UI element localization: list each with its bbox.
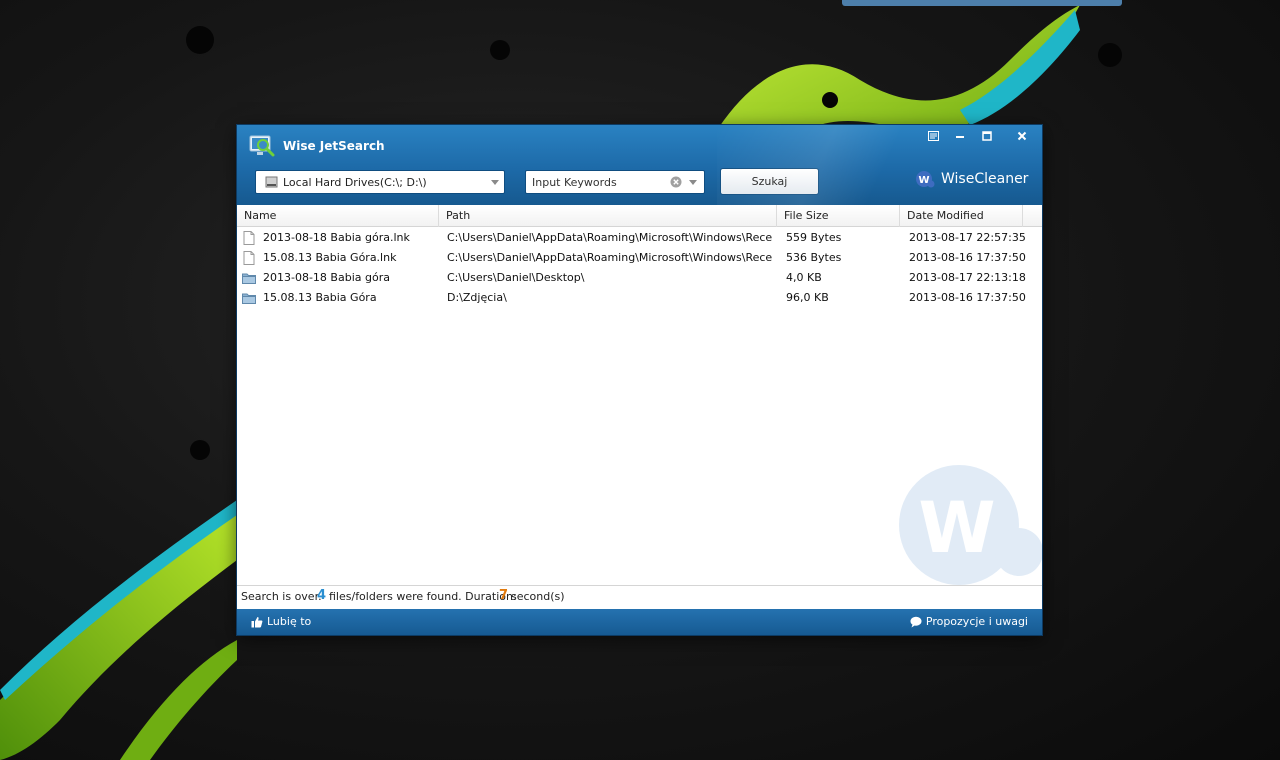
app-title: Wise JetSearch (283, 139, 385, 153)
folder-icon (242, 273, 256, 284)
row-size: 536 Bytes (786, 251, 842, 264)
row-size: 559 Bytes (786, 231, 842, 244)
results-list[interactable]: Name Path File Size Date Modified 2013-0… (237, 205, 1042, 585)
row-name: 2013-08-18 Babia góra (263, 271, 390, 284)
maximize-button[interactable] (976, 127, 998, 145)
row-path: C:\Users\Daniel\Desktop\ (447, 271, 585, 284)
column-header-path[interactable]: Path (439, 205, 777, 227)
app-window: Wise JetSearch Local Hard Drives(C:\; D:… (237, 125, 1042, 635)
row-modified: 2013-08-16 17:37:50 (909, 251, 1026, 264)
folder-icon (242, 293, 256, 304)
row-path: D:\Zdjęcia\ (447, 291, 507, 304)
row-modified: 2013-08-17 22:57:35 (909, 231, 1026, 244)
search-button[interactable]: Szukaj (720, 168, 819, 195)
maximize-icon (982, 131, 992, 141)
history-dropdown-icon[interactable] (689, 180, 697, 185)
feedback-label: Propozycje i uwagi (925, 615, 1028, 628)
svg-text:W: W (918, 175, 929, 186)
wisecleaner-logo-icon: W (916, 171, 935, 188)
minimize-button[interactable] (949, 127, 971, 145)
status-duration: 7 (499, 588, 509, 603)
drive-select-value: Local Hard Drives(C:\; D:\) (283, 176, 427, 189)
close-button[interactable] (1011, 127, 1033, 145)
hard-drive-icon (265, 176, 278, 188)
menu-icon (927, 131, 939, 141)
file-icon (243, 251, 255, 265)
table-row[interactable]: 2013-08-18 Babia góra C:\Users\Daniel\De… (237, 268, 1042, 288)
table-row[interactable]: 15.08.13 Babia Góra D:\Zdjęcia\ 96,0 KB … (237, 288, 1042, 308)
table-row[interactable]: 2013-08-18 Babia góra.lnk C:\Users\Danie… (237, 228, 1042, 248)
status-prefix: Search is over. (241, 590, 322, 603)
footer-bar: Lubię to Propozycje i uwagi (237, 609, 1042, 635)
row-name: 2013-08-18 Babia góra.lnk (263, 231, 410, 244)
column-header-date-modified[interactable]: Date Modified (900, 205, 1023, 227)
like-label: Lubię to (267, 615, 312, 628)
column-header-file-size[interactable]: File Size (777, 205, 900, 227)
row-path: C:\Users\Daniel\AppData\Roaming\Microsof… (447, 251, 772, 264)
row-path: C:\Users\Daniel\AppData\Roaming\Microsof… (447, 231, 772, 244)
keyword-input[interactable] (532, 174, 662, 190)
minimize-icon (956, 136, 964, 138)
like-link[interactable]: Lubię to (251, 615, 311, 628)
file-icon (243, 231, 255, 245)
row-name: 15.08.13 Babia Góra (263, 291, 377, 304)
keyword-field[interactable] (525, 170, 705, 194)
row-size: 96,0 KB (786, 291, 829, 304)
menu-button[interactable] (922, 127, 944, 145)
drive-select[interactable]: Local Hard Drives(C:\; D:\) (255, 170, 505, 194)
svg-text:W: W (918, 487, 995, 569)
clear-icon[interactable] (670, 176, 682, 188)
close-icon (1017, 131, 1027, 141)
wisecleaner-watermark-icon: W (899, 465, 1042, 585)
row-size: 4,0 KB (786, 271, 822, 284)
column-header-name[interactable]: Name (237, 205, 439, 227)
row-modified: 2013-08-17 22:13:18 (909, 271, 1026, 284)
wisecleaner-brand: WiseCleaner (941, 171, 1029, 187)
status-suffix: second(s) (511, 590, 565, 603)
background-window-edge (842, 0, 1122, 6)
title-bar[interactable]: Wise JetSearch Local Hard Drives(C:\; D:… (237, 125, 1042, 205)
thumbs-up-icon (251, 616, 263, 627)
row-name: 15.08.13 Babia Góra.lnk (263, 251, 397, 264)
feedback-link[interactable]: Propozycje i uwagi (910, 615, 1028, 628)
column-header-row: Name Path File Size Date Modified (237, 205, 1042, 227)
speech-bubble-icon (910, 616, 922, 627)
status-middle: files/folders were found. Duration: (329, 590, 517, 603)
app-logo-icon (249, 135, 275, 157)
status-result-count: 4 (317, 588, 327, 603)
chevron-down-icon[interactable] (491, 180, 499, 185)
status-bar: Search is over. 4 files/folders were fou… (237, 585, 1042, 609)
row-modified: 2013-08-16 17:37:50 (909, 291, 1026, 304)
table-row[interactable]: 15.08.13 Babia Góra.lnk C:\Users\Daniel\… (237, 248, 1042, 268)
